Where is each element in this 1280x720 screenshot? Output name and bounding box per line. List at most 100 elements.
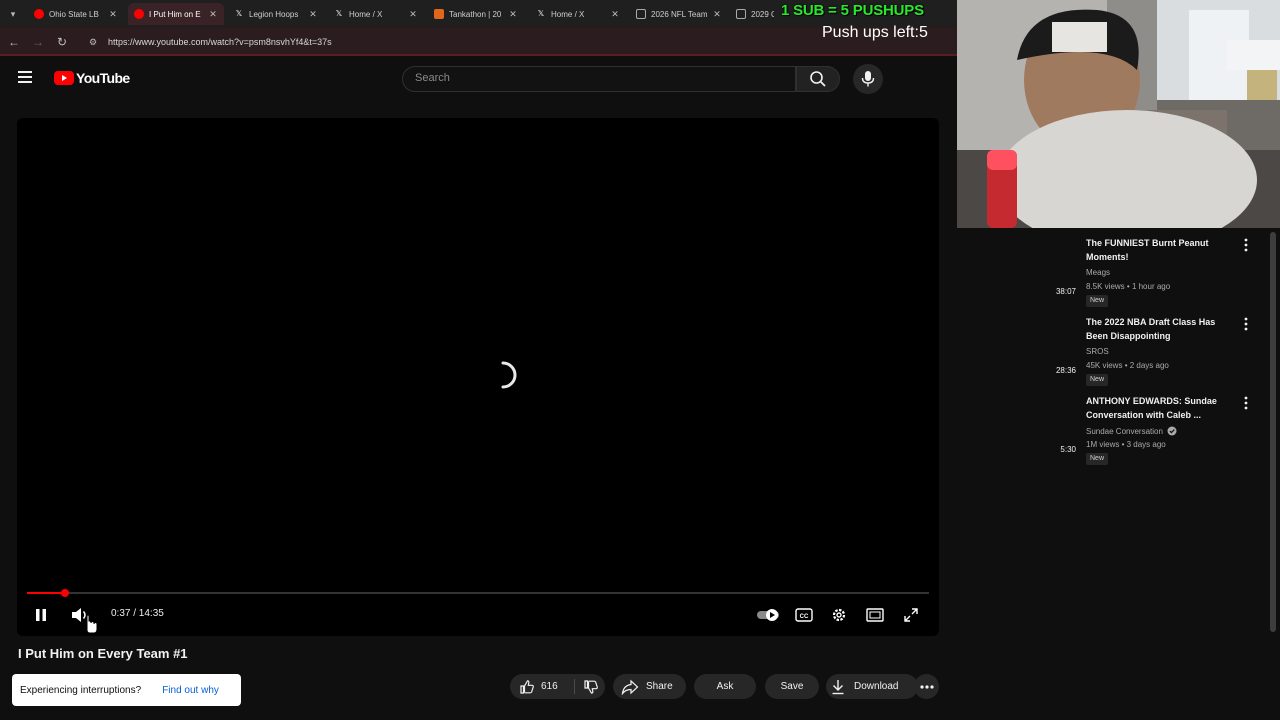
recommendation-thumbnail[interactable]: 28:36	[956, 313, 1080, 383]
site-info-icon[interactable]: ⚙	[86, 35, 100, 49]
recommendations-sidebar: 38:07 The FUNNIEST Burnt Peanut Moments!…	[956, 228, 1280, 720]
tab-close-icon[interactable]: ✕	[308, 9, 318, 20]
like-dislike-group: 616	[510, 674, 605, 699]
tab-close-icon[interactable]: ✕	[610, 9, 620, 20]
sub-pushup-overlay-text: 1 SUB = 5 PUSHUPS	[781, 2, 924, 19]
pause-button[interactable]	[31, 604, 51, 626]
channel-name: Sundae Conversation	[1086, 426, 1163, 436]
progress-bar[interactable]	[27, 589, 929, 597]
tab-close-icon[interactable]: ✕	[208, 9, 218, 20]
fullscreen-button[interactable]	[901, 604, 921, 626]
search-input[interactable]: Search	[402, 66, 796, 92]
x-favicon-icon: 𝕏	[235, 9, 243, 18]
download-button[interactable]: Download	[826, 674, 918, 699]
tab-close-icon[interactable]: ✕	[108, 9, 118, 20]
browser-tab[interactable]: Ohio State LB ✕	[28, 3, 124, 25]
search-button[interactable]	[796, 66, 840, 92]
progress-bar-played	[27, 592, 65, 594]
view-meta: 8.5K views • 1 hour ago	[1086, 282, 1171, 291]
upload-age: 1 hour ago	[1131, 282, 1171, 291]
microphone-icon	[861, 71, 875, 87]
tab-close-icon[interactable]: ✕	[508, 9, 518, 20]
view-count: 8.5K views	[1086, 282, 1125, 291]
url-text: https://www.youtube.com/watch?v=psm8nsvh…	[108, 37, 332, 47]
new-badge: New	[1086, 453, 1109, 465]
save-button[interactable]: Save	[765, 674, 819, 699]
recommendation-item[interactable]: 5:30 ANTHONY EDWARDS: Sundae Conversatio…	[956, 392, 1266, 468]
recommendation-title[interactable]: The FUNNIEST Burnt Peanut Moments!	[1086, 236, 1234, 264]
browser-tab[interactable]: Tankathon | 20 ✕	[428, 3, 524, 25]
gear-icon	[832, 608, 846, 622]
tab-title: Tankathon | 20	[449, 9, 502, 19]
search-icon	[810, 71, 826, 87]
video-player[interactable]: 0:37 / 14:35 CC	[17, 118, 939, 636]
browser-tab[interactable]: 𝕏 Legion Hoops ✕	[228, 3, 324, 25]
more-horizontal-icon	[919, 684, 934, 689]
svg-text:CC: CC	[800, 614, 809, 620]
like-count: 616	[541, 681, 558, 692]
browser-tab-active[interactable]: I Put Him on E ✕	[128, 3, 224, 25]
youtube-header: YouTube Search	[0, 58, 956, 102]
theater-mode-button[interactable]	[865, 604, 885, 626]
view-meta: 45K views • 2 days ago	[1086, 361, 1169, 370]
share-button[interactable]: Share	[613, 674, 686, 699]
tab-close-icon[interactable]: ✕	[408, 9, 418, 20]
youtube-favicon-icon	[34, 9, 44, 19]
tab-close-icon[interactable]: ✕	[712, 9, 722, 20]
tab-title: Legion Hoops	[249, 9, 299, 19]
download-label: Download	[854, 681, 899, 692]
more-vertical-icon[interactable]	[1242, 238, 1250, 252]
loading-spinner-icon	[501, 361, 517, 389]
upload-age: 3 days ago	[1126, 440, 1166, 449]
youtube-logo[interactable]: YouTube	[54, 70, 130, 86]
browser-tab[interactable]: 2029 Qu	[730, 3, 780, 25]
page-scrollbar[interactable]	[1270, 232, 1276, 632]
forward-arrow-icon[interactable]: →	[30, 34, 46, 50]
youtube-play-logo-icon	[54, 71, 74, 85]
captions-button[interactable]: CC	[794, 604, 814, 626]
browser-tab[interactable]: 2026 NFL Team ✕	[630, 3, 728, 25]
recommendation-title[interactable]: The 2022 NBA Draft Class Has Been Disapp…	[1086, 315, 1234, 343]
recommendation-item[interactable]: 38:07 The FUNNIEST Burnt Peanut Moments!…	[956, 234, 1266, 310]
duration-label: 28:36	[1055, 366, 1076, 375]
more-actions-button[interactable]	[914, 674, 939, 699]
autoplay-toggle[interactable]	[757, 604, 781, 626]
voice-search-button[interactable]	[853, 64, 883, 94]
share-arrow-icon	[621, 679, 639, 695]
view-meta: 1M views • 3 days ago	[1086, 440, 1166, 449]
recommendation-item[interactable]: 28:36 The 2022 NBA Draft Class Has Been …	[956, 313, 1266, 389]
tab-title: Ohio State LB	[49, 9, 99, 19]
channel-name[interactable]: Meags	[1086, 268, 1110, 277]
back-arrow-icon[interactable]: ←	[6, 34, 22, 50]
recommendation-thumbnail[interactable]: 5:30	[956, 392, 1080, 462]
tab-title: 2029 Qu	[751, 9, 774, 19]
hamburger-menu-icon[interactable]	[18, 71, 34, 83]
channel-name[interactable]: SROS	[1086, 347, 1109, 356]
settings-button[interactable]	[829, 604, 849, 626]
duration-label: 5:30	[1060, 445, 1076, 454]
tab-title: I Put Him on E	[149, 9, 201, 19]
thumbs-up-icon	[520, 679, 534, 694]
more-vertical-icon[interactable]	[1242, 396, 1250, 410]
recommendation-thumbnail[interactable]: 38:07	[956, 234, 1080, 304]
youtube-logo-text: YouTube	[76, 70, 130, 86]
browser-tab[interactable]: 𝕏 Home / X ✕	[328, 3, 424, 25]
dislike-button[interactable]	[576, 674, 605, 699]
recommendation-title[interactable]: ANTHONY EDWARDS: Sundae Conversation wit…	[1086, 394, 1238, 422]
fullscreen-icon	[904, 608, 918, 622]
new-badge: New	[1086, 295, 1109, 307]
x-favicon-icon: 𝕏	[537, 9, 545, 18]
like-button[interactable]: 616	[510, 674, 574, 699]
tab-search-chevron-icon[interactable]: ▾	[6, 7, 20, 21]
progress-scrubber-handle[interactable]	[61, 589, 69, 597]
browser-tab[interactable]: 𝕏 Home / X ✕	[530, 3, 626, 25]
video-title: I Put Him on Every Team #1	[18, 646, 188, 661]
channel-name-row[interactable]: Sundae Conversation	[1086, 426, 1177, 436]
webcam-scene	[957, 0, 1280, 228]
more-vertical-icon[interactable]	[1242, 317, 1250, 331]
tab-title: 2026 NFL Team	[651, 9, 708, 19]
ask-label: Ask	[716, 681, 734, 692]
ask-button[interactable]: Ask	[694, 674, 756, 699]
share-label: Share	[646, 681, 673, 692]
reload-icon[interactable]: ↻	[54, 34, 70, 50]
